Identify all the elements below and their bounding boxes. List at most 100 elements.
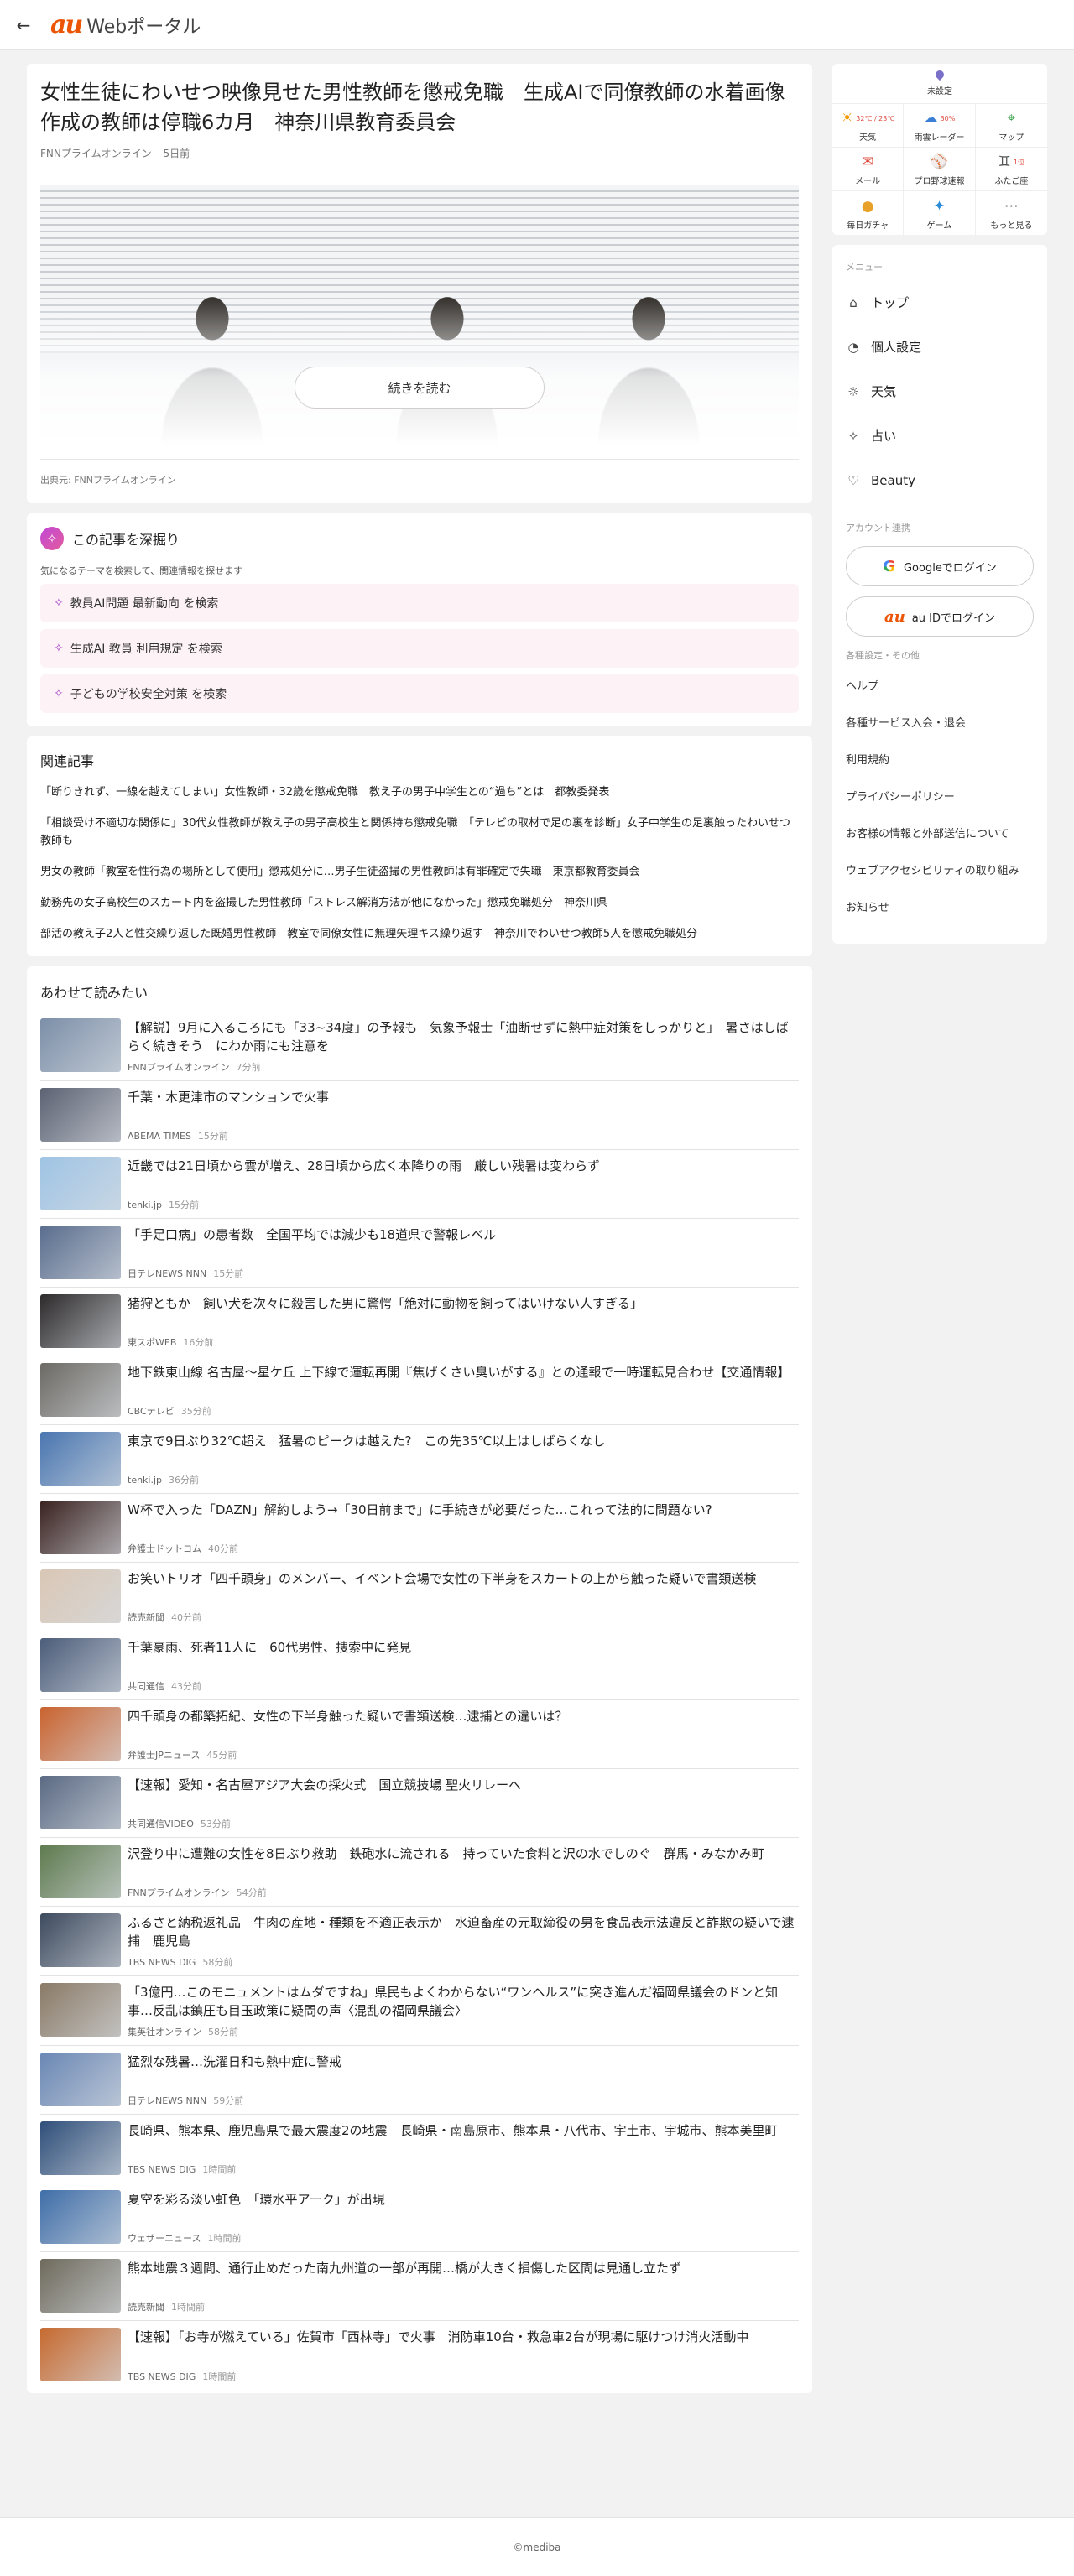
related-article-link[interactable]: 男女の教師「教室を性行為の場所として使用」懲戒処分に…男子生徒盗撮の男性教師は有… xyxy=(40,863,799,881)
news-body: 夏空を彩る淡い虹色 「環水平アーク」が出現 ウェザーニュース 1時間前 xyxy=(128,2190,799,2245)
news-body: お笑いトリオ「四千頭身」のメンバー、イベント会場で女性の下半身をスカートの上から… xyxy=(128,1569,799,1624)
radar-icon: ☁ 30% xyxy=(924,108,956,128)
news-body: 長崎県、熊本県、鹿児島県で最大震度2の地震 長崎県・南島原市、熊本県・八代市、宇… xyxy=(128,2121,799,2176)
service-glyph: ⌖ xyxy=(1007,110,1016,127)
news-meta: ABEMA TIMES 15分前 xyxy=(128,1129,799,1142)
news-item[interactable]: 四千頭身の都築拓紀、女性の下半身触った疑いで書類送検…逮捕との違いは？ 弁護士JP… xyxy=(40,1700,799,1769)
article-card: 女性生徒にわいせつ映像見せた男性教師を懲戒免職 生成AIで同僚教師の水着画像作成… xyxy=(27,64,812,503)
news-item[interactable]: 【速報】「お寺が燃えている」佐賀市「西林寺」で火事 消防車10台・救急車2台が現… xyxy=(40,2321,799,2390)
mail-icon: ✉ xyxy=(862,152,873,172)
news-item[interactable]: 沢登り中に遭難の女性を8日ぶり救助 鉄砲水に流される 持っていた食料と沢の水でし… xyxy=(40,1838,799,1907)
news-title: 【速報】愛知・名古屋アジア大会の採火式 国立競技場 聖火リレーへ xyxy=(128,1777,522,1793)
related-article-link[interactable]: 「相談受け不適切な関係に」30代女性教師が教え子の男子高校生と関係持ち懲戒免職 … xyxy=(40,814,799,850)
top-header: ← au Webポータル xyxy=(0,0,1074,50)
deep-dive-search-item[interactable]: ✧ 教員AI問題 最新動向 を検索 xyxy=(40,584,799,622)
au-logo: au xyxy=(50,9,83,39)
au-id-login-button[interactable]: au au IDでログイン xyxy=(846,596,1034,637)
other-link[interactable]: ウェブアクセシビリティの取り組み xyxy=(846,853,1034,890)
news-time: 58分前 xyxy=(208,2027,238,2037)
news-time: 7分前 xyxy=(236,1062,261,1073)
news-item[interactable]: 猪狩ともか 飼い犬を次々に殺害した男に驚愕「絶対に動物を飼ってはいけない人すぎる… xyxy=(40,1288,799,1356)
menu-item-label: トップ xyxy=(871,295,910,310)
other-link[interactable]: 利用規約 xyxy=(846,742,1034,779)
news-item[interactable]: 地下鉄東山線 名古屋～星ケ丘 上下線で運転再開『焦げくさい臭いがする』との通報で… xyxy=(40,1356,799,1425)
news-item[interactable]: 千葉・木更津市のマンションで火事 ABEMA TIMES 15分前 xyxy=(40,1081,799,1150)
news-item[interactable]: 近畿では21日頃から雲が増え、28日頃から広く本降りの雨 厳しい残暑は変わらず t… xyxy=(40,1150,799,1219)
map-icon: ⌖ xyxy=(1008,108,1016,128)
location-setting[interactable]: 未設定 xyxy=(832,64,1047,104)
news-item[interactable]: 【解説】9月に入るころにも「33~34度」の予報も 気象予報士「油断せずに熱中症… xyxy=(40,1012,799,1081)
news-meta: 弁護士ドットコム 40分前 xyxy=(128,1542,799,1555)
deep-dive-search-label: 教員AI問題 最新動向 を検索 xyxy=(70,597,219,611)
news-item[interactable]: 長崎県、熊本県、鹿児島県で最大震度2の地震 長崎県・南島原市、熊本県・八代市、宇… xyxy=(40,2115,799,2183)
news-source: TBS NEWS DIG xyxy=(128,2371,196,2382)
recommended-list: 【解説】9月に入るころにも「33~34度」の予報も 気象予報士「油断せずに熱中症… xyxy=(40,1012,799,2390)
deep-dive-search-label: 生成AI 教員 利用規定 を検索 xyxy=(70,643,222,656)
service-mail[interactable]: ✉ メール xyxy=(832,148,905,191)
news-item[interactable]: 「3億円…このモニュメントはムダですね」県民もよくわからない“ワンヘルス”に突き… xyxy=(40,1976,799,2046)
news-title: 沢登り中に遭難の女性を8日ぶり救助 鉄砲水に流される 持っていた食料と沢の水でし… xyxy=(128,1846,764,1861)
service-radar[interactable]: ☁ 30% 雨雲レーダー xyxy=(904,104,976,148)
recommended-title: あわせて読みたい xyxy=(40,985,149,1001)
news-item[interactable]: お笑いトリオ「四千頭身」のメンバー、イベント会場で女性の下半身をスカートの上から… xyxy=(40,1563,799,1631)
menu-item[interactable]: ♡ Beauty xyxy=(846,458,1034,502)
deep-dive-search-item[interactable]: ✧ 生成AI 教員 利用規定 を検索 xyxy=(40,629,799,668)
news-time: 1時間前 xyxy=(202,2371,237,2382)
related-article-link[interactable]: 「断りきれず、一線を越えてしまい」女性教師・32歳を懲戒免職 教え子の男子中学生… xyxy=(40,783,799,801)
related-article-link[interactable]: 勤務先の女子高校生のスカート内を盗撮した男性教師「ストレス解消方法が他になかった… xyxy=(40,894,799,912)
other-link[interactable]: プライバシーポリシー xyxy=(846,779,1034,816)
menu-item[interactable]: ⌂ トップ xyxy=(846,280,1034,325)
news-time: 16分前 xyxy=(183,1337,214,1348)
sparkle-icon: ✧ xyxy=(847,428,859,444)
service-label: メール xyxy=(855,177,881,186)
service-gacha[interactable]: ● 毎日ガチャ xyxy=(832,191,905,235)
service-label: もっと見る xyxy=(990,221,1033,231)
location-label: 未設定 xyxy=(927,87,952,96)
news-time: 54分前 xyxy=(236,1887,267,1898)
deep-dive-search-item[interactable]: ✧ 子どもの学校安全対策 を検索 xyxy=(40,674,799,713)
brand-logo[interactable]: au Webポータル xyxy=(50,12,201,39)
other-link[interactable]: お知らせ xyxy=(846,890,1034,927)
news-thumbnail xyxy=(40,2053,121,2106)
other-link[interactable]: 各種サービス入会・退会 xyxy=(846,705,1034,742)
news-thumbnail xyxy=(40,2121,121,2175)
news-item[interactable]: 猛烈な残暑…洗濯日和も熱中症に警戒 日テレNEWS NNN 59分前 xyxy=(40,2046,799,2115)
related-article-link[interactable]: 部活の教え子2人と性交繰り返した既婚男性教師 教室で同僚女性に無理矢理キス繰り返… xyxy=(40,925,799,943)
news-thumbnail xyxy=(40,1226,121,1279)
news-item[interactable]: 熊本地震３週間、通行止めだった南九州道の一部が再開…橋が大きく損傷した区間は見通… xyxy=(40,2252,799,2321)
news-item[interactable]: 千葉豪雨、死者11人に 60代男性、捜索中に発見 共同通信 43分前 xyxy=(40,1631,799,1700)
service-map[interactable]: ⌖ マップ xyxy=(975,104,1047,148)
service-label: ゲーム xyxy=(926,221,952,231)
read-more-button[interactable]: 続きを読む xyxy=(295,367,545,409)
service-label: 天気 xyxy=(859,133,877,143)
article-meta: FNNプライムオンライン 5日前 xyxy=(40,146,799,160)
service-glyph: ✉ xyxy=(862,154,874,170)
news-item[interactable]: 【速報】愛知・名古屋アジア大会の採火式 国立競技場 聖火リレーへ 共同通信VIDE… xyxy=(40,1769,799,1838)
news-item[interactable]: 「手足口病」の患者数 全国平均では減少も18道県で警報レベル 日テレNEWS NN… xyxy=(40,1219,799,1288)
news-meta: tenki.jp 36分前 xyxy=(128,1473,799,1486)
service-zodiac[interactable]: ♊ 1位 ふたご座 xyxy=(975,148,1047,191)
news-meta: TBS NEWS DIG 1時間前 xyxy=(128,2370,799,2383)
service-glyph: ☁ xyxy=(923,110,938,127)
news-item[interactable]: 夏空を彩る淡い虹色 「環水平アーク」が出現 ウェザーニュース 1時間前 xyxy=(40,2183,799,2252)
service-more[interactable]: ⋯ もっと見る xyxy=(976,191,1047,235)
google-login-button[interactable]: G Googleでログイン xyxy=(846,546,1034,586)
menu-list: ⌂ トップ ◔ 個人設定 ☼ 天気 ✧ 占い ♡ Beauty xyxy=(846,280,1034,502)
page-footer: ©mediba xyxy=(0,2517,1074,2576)
article-credit: 出典元: FNNプライムオンライン xyxy=(40,459,799,487)
other-link[interactable]: ヘルプ xyxy=(846,669,1034,705)
menu-item[interactable]: ✧ 占い xyxy=(846,414,1034,458)
news-item[interactable]: W杯で入った「DAZN」解約しよう→「30日前まで」に手続きが必要だった…これっ… xyxy=(40,1494,799,1563)
service-baseball[interactable]: ⚾ プロ野球速報 xyxy=(904,148,976,191)
news-meta: TBS NEWS DIG 1時間前 xyxy=(128,2162,799,2176)
back-arrow-icon[interactable]: ← xyxy=(13,15,34,35)
news-time: 59分前 xyxy=(213,2095,244,2106)
menu-item[interactable]: ◔ 個人設定 xyxy=(846,325,1034,369)
related-title: 関連記事 xyxy=(40,753,95,769)
other-link[interactable]: お客様の情報と外部送信について xyxy=(846,816,1034,853)
service-sun[interactable]: ☀ 32℃ / 23℃ 天気 xyxy=(832,104,905,148)
service-game[interactable]: ✦ ゲーム xyxy=(904,191,976,235)
menu-item[interactable]: ☼ 天気 xyxy=(846,369,1034,414)
news-item[interactable]: ふるさと納税返礼品 牛肉の産地・種類を不適正表示か 水迫畜産の元取締役の男を食品… xyxy=(40,1907,799,1976)
news-item[interactable]: 東京で9日ぶり32℃超え 猛暑のピークは越えた? この先35℃以上はしばらくなし… xyxy=(40,1425,799,1494)
